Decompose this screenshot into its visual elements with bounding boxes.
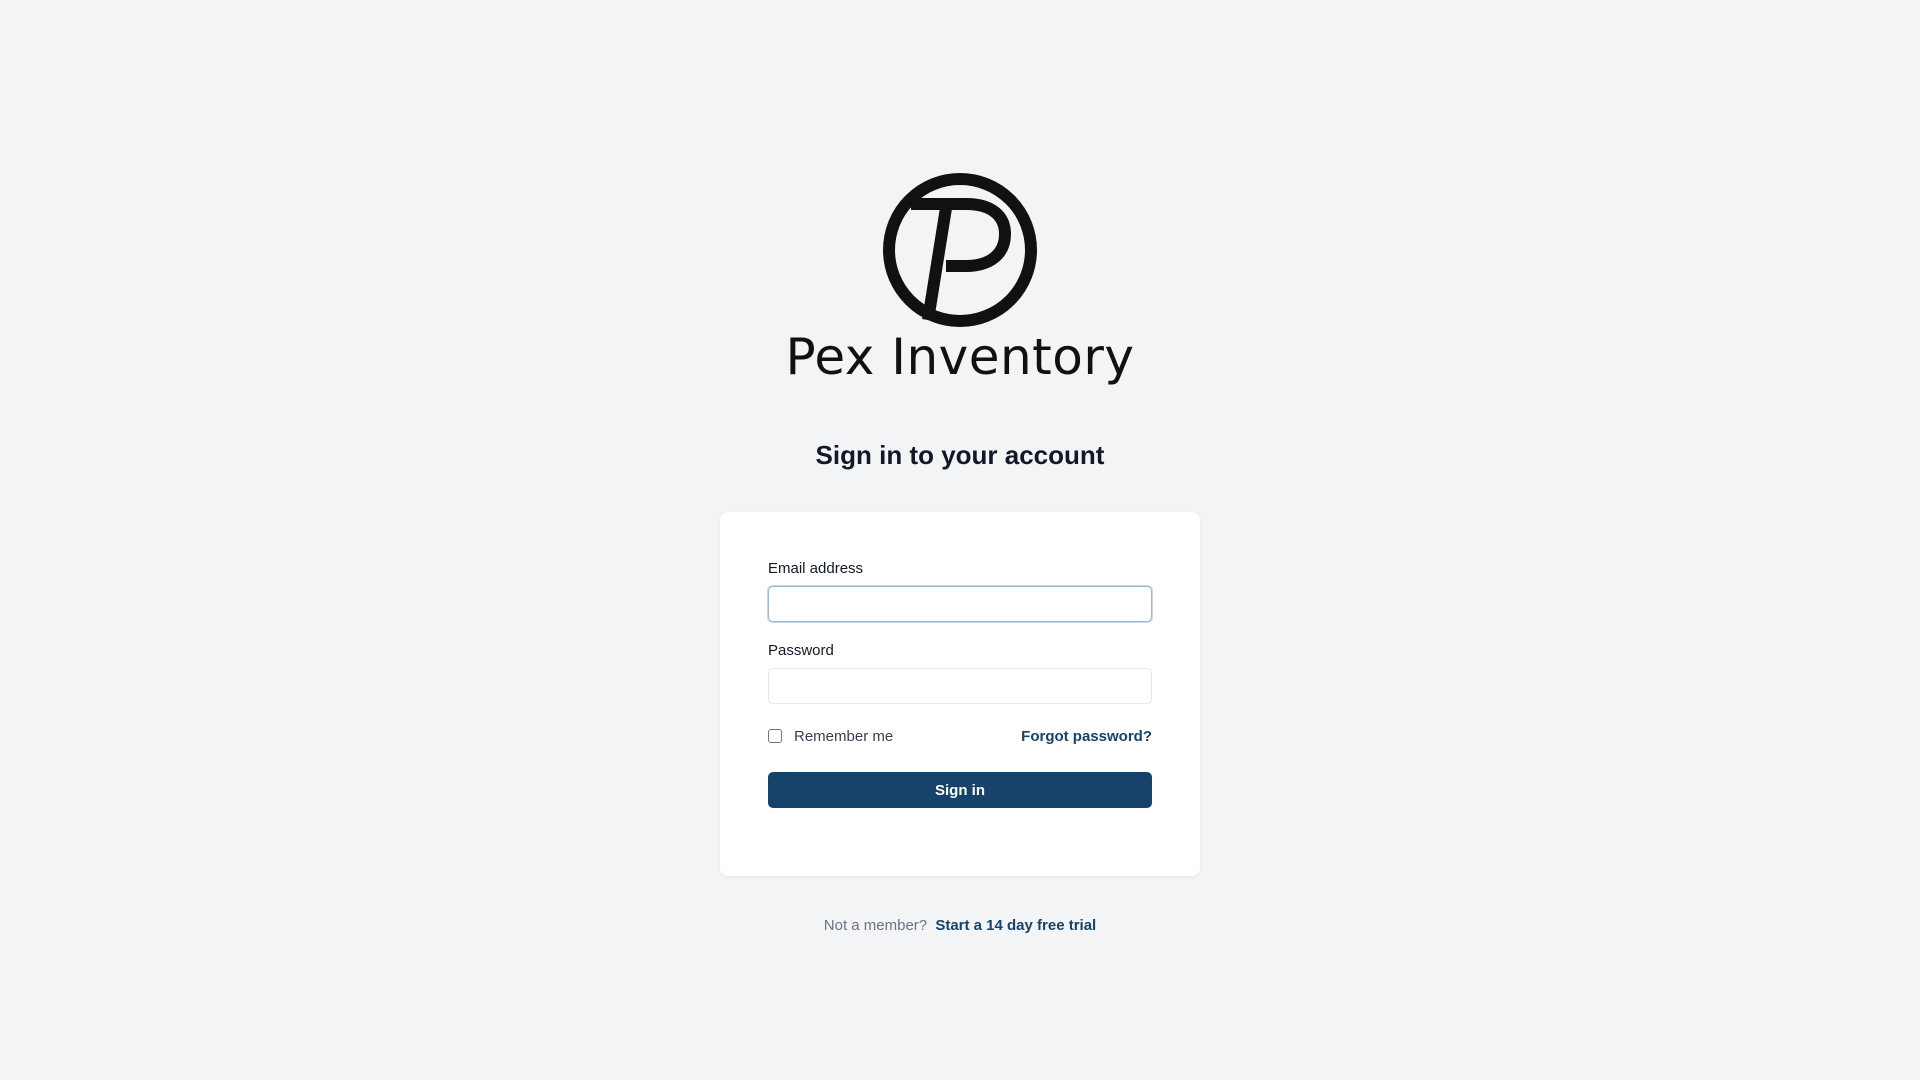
remember-me-checkbox[interactable] <box>768 729 782 743</box>
brand-header: Pex Inventory <box>0 170 1920 382</box>
remember-me[interactable]: Remember me <box>768 728 893 745</box>
signin-card: Email address Password Remember me Forgo… <box>720 512 1200 876</box>
options-row: Remember me Forgot password? <box>768 724 1152 748</box>
email-field-group: Email address <box>768 560 1152 622</box>
password-input[interactable] <box>768 668 1152 704</box>
page-title: Sign in to your account <box>815 440 1105 470</box>
not-member-text: Not a member? <box>823 917 928 934</box>
email-input[interactable] <box>768 586 1152 622</box>
sign-in-button[interactable]: Sign in <box>768 772 1152 808</box>
remember-me-label[interactable]: Remember me <box>794 728 893 745</box>
free-trial-link[interactable]: Start a 14 day free trial <box>935 917 1096 934</box>
forgot-password-link[interactable]: Forgot password? <box>1021 728 1152 745</box>
signin-form: Email address Password Remember me Forgo… <box>768 560 1152 808</box>
login-page: Pex Inventory Sign in to your account Em… <box>0 0 1920 1080</box>
password-label: Password <box>768 642 834 659</box>
signup-prompt: Not a member? Start a 14 day free trial <box>0 917 1920 934</box>
pex-logo-icon <box>883 173 1037 327</box>
password-field-group: Password <box>768 642 1152 704</box>
brand-name: Pex Inventory <box>785 328 1135 386</box>
email-label: Email address <box>768 560 864 577</box>
